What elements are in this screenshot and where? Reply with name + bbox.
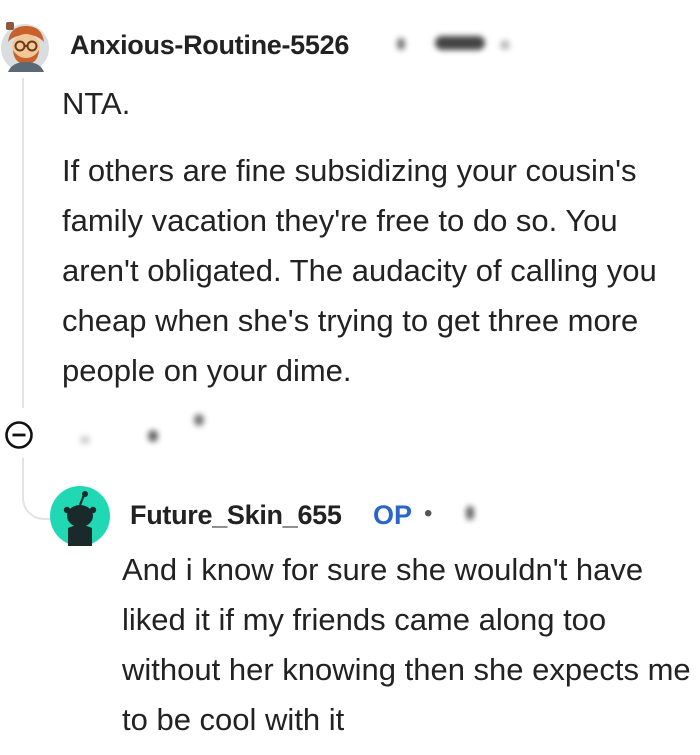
comment-thread: Anxious-Routine-5526 NTA. If others are … [0, 0, 700, 755]
reply-timestamp [440, 500, 520, 530]
comment-timestamp [395, 36, 515, 52]
meta-separator: • [424, 500, 433, 527]
op-badge: OP [373, 500, 413, 530]
comment-body: If others are fine subsidizing your cous… [62, 153, 657, 388]
comment-actions[interactable] [60, 408, 240, 448]
snoo-avatar-icon [50, 486, 110, 546]
comment-verdict: NTA. [62, 86, 131, 121]
thread-connector [22, 480, 52, 520]
minus-circle-icon[interactable] [4, 420, 34, 450]
reply-author[interactable]: Future_Skin_655 [130, 500, 342, 531]
thread-line[interactable] [22, 78, 24, 408]
avatar[interactable] [50, 486, 110, 546]
reply-body: And i know for sure she wouldn't have li… [122, 552, 691, 737]
avatar[interactable] [0, 16, 50, 74]
cartoon-avatar-icon [1, 22, 49, 72]
comment-author[interactable]: Anxious-Routine-5526 [70, 30, 349, 61]
